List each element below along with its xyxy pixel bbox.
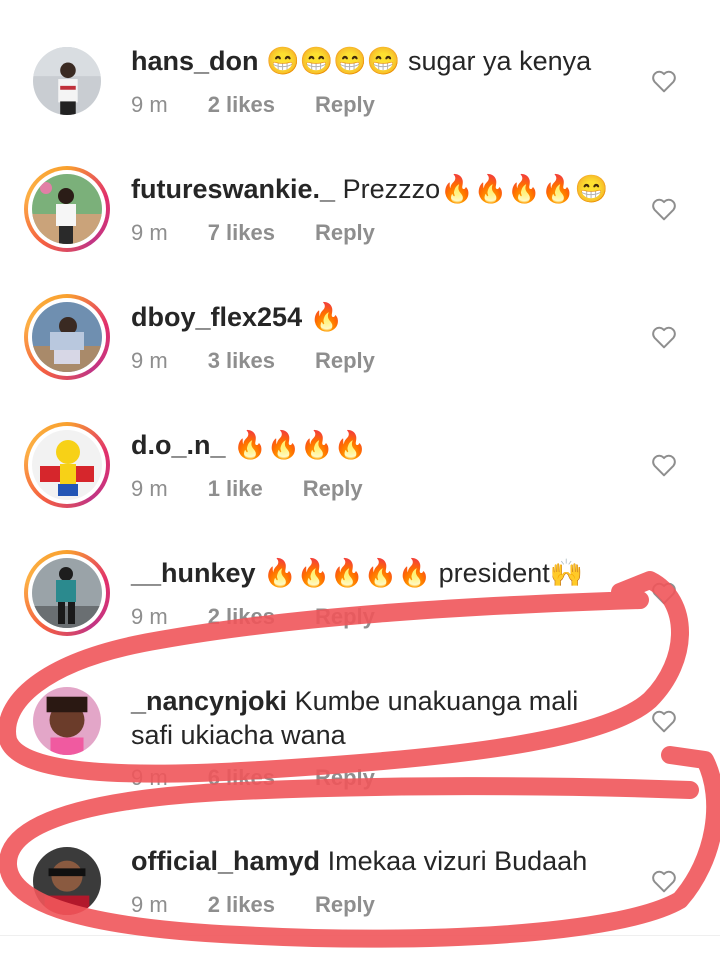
comment-username[interactable]: futureswankie._ — [131, 174, 335, 204]
likes-count[interactable]: 3 likes — [208, 348, 275, 374]
comment-meta: 9 m 2 likes Reply — [131, 892, 375, 918]
comment-meta: 9 m 2 likes Reply — [131, 92, 375, 118]
reply-button[interactable]: Reply — [315, 765, 375, 791]
comment-body: 🔥🔥🔥🔥🔥 president🙌 — [263, 558, 584, 588]
comment-time: 9 m — [131, 220, 168, 245]
comment-body: 🔥🔥🔥🔥 — [233, 430, 368, 460]
comment-text: d.o_.n_ 🔥🔥🔥🔥 — [131, 428, 610, 462]
comment-username[interactable]: d.o_.n_ — [131, 430, 226, 460]
comment-username[interactable]: dboy_flex254 — [131, 302, 302, 332]
likes-count[interactable]: 6 likes — [208, 765, 275, 791]
avatar[interactable] — [24, 838, 110, 924]
comment-time: 9 m — [131, 604, 168, 629]
comment-text: official_hamyd Imekaa vizuri Budaah — [131, 844, 610, 878]
heart-outline-icon[interactable] — [651, 453, 677, 477]
comment-meta: 9 m 6 likes Reply — [131, 765, 375, 791]
comment-body: Prezzzo🔥🔥🔥🔥😁 — [342, 174, 609, 204]
heart-outline-icon[interactable] — [651, 869, 677, 893]
comment-body: 😁😁😁😁 sugar ya kenya — [266, 46, 592, 76]
divider — [0, 935, 720, 936]
heart-outline-icon[interactable] — [651, 581, 677, 605]
avatar[interactable] — [24, 38, 110, 124]
comment-meta: 9 m 3 likes Reply — [131, 348, 375, 374]
comment-time: 9 m — [131, 765, 168, 790]
comment-body: 🔥 — [309, 302, 344, 332]
comment-time: 9 m — [131, 92, 168, 117]
reply-button[interactable]: Reply — [315, 892, 375, 918]
avatar[interactable] — [24, 166, 110, 252]
avatar[interactable] — [24, 422, 110, 508]
heart-outline-icon[interactable] — [651, 197, 677, 221]
likes-count[interactable]: 2 likes — [208, 892, 275, 918]
comment-username[interactable]: hans_don — [131, 46, 259, 76]
heart-outline-icon[interactable] — [651, 325, 677, 349]
reply-button[interactable]: Reply — [315, 92, 375, 118]
comment-username[interactable]: _nancynjoki — [131, 686, 287, 716]
comment-body: Kumbe unakuanga mali — [294, 686, 579, 716]
comment-time: 9 m — [131, 476, 168, 501]
avatar[interactable] — [24, 550, 110, 636]
likes-count[interactable]: 2 likes — [208, 92, 275, 118]
comment-meta: 9 m 7 likes Reply — [131, 220, 375, 246]
comment-text: _nancynjoki Kumbe unakuanga mali safi uk… — [131, 684, 610, 752]
comment-text: dboy_flex254 🔥 — [131, 300, 610, 334]
comment-text: __hunkey 🔥🔥🔥🔥🔥 president🙌 — [131, 556, 610, 590]
comment-time: 9 m — [131, 892, 168, 917]
comment-time: 9 m — [131, 348, 168, 373]
avatar[interactable] — [24, 678, 110, 764]
comment-meta: 9 m 1 like Reply — [131, 476, 363, 502]
comment-username[interactable]: __hunkey — [131, 558, 256, 588]
likes-count[interactable]: 2 likes — [208, 604, 275, 630]
comment-text: futureswankie._ Prezzzo🔥🔥🔥🔥😁 — [131, 172, 610, 206]
comment-meta: 9 m 2 likes Reply — [131, 604, 375, 630]
comment-body-continued: safi ukiacha wana — [131, 720, 346, 750]
comment-text: hans_don 😁😁😁😁 sugar ya kenya — [131, 44, 610, 78]
comment-body: Imekaa vizuri Budaah — [327, 846, 588, 876]
likes-count[interactable]: 1 like — [208, 476, 263, 502]
heart-outline-icon[interactable] — [651, 709, 677, 733]
reply-button[interactable]: Reply — [315, 604, 375, 630]
avatar[interactable] — [24, 294, 110, 380]
comment-username[interactable]: official_hamyd — [131, 846, 320, 876]
reply-button[interactable]: Reply — [315, 220, 375, 246]
heart-outline-icon[interactable] — [651, 69, 677, 93]
reply-button[interactable]: Reply — [315, 348, 375, 374]
likes-count[interactable]: 7 likes — [208, 220, 275, 246]
reply-button[interactable]: Reply — [303, 476, 363, 502]
